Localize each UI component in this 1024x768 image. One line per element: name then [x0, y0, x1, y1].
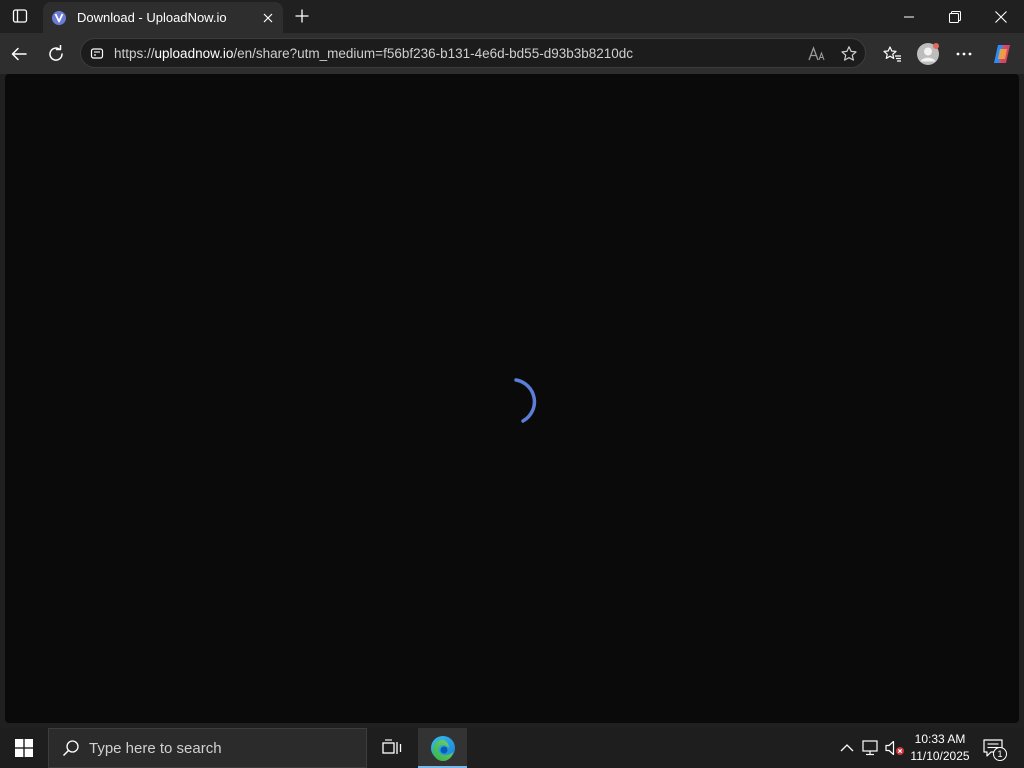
close-window-icon[interactable]	[978, 0, 1024, 33]
windows-logo-icon	[15, 739, 33, 757]
refresh-icon[interactable]	[40, 38, 72, 70]
tab-actions-icon[interactable]	[6, 4, 34, 28]
network-icon[interactable]	[860, 736, 882, 760]
copilot-icon[interactable]	[986, 38, 1018, 70]
profile-avatar[interactable]	[912, 38, 944, 70]
action-center-icon[interactable]: 1	[978, 734, 1008, 762]
loading-spinner	[514, 378, 537, 423]
taskbar-clock[interactable]: 10:33 AM 11/10/2025	[906, 731, 974, 765]
show-hidden-icons-chevron-icon[interactable]	[836, 736, 858, 760]
clock-date: 11/10/2025	[910, 749, 970, 763]
more-options-icon[interactable]	[948, 38, 980, 70]
task-view-icon[interactable]	[372, 728, 412, 768]
search-placeholder: Type here to search	[89, 739, 222, 757]
minimize-icon[interactable]	[886, 0, 932, 33]
url-host: uploadnow.io	[154, 46, 234, 61]
edge-taskbar-button[interactable]	[418, 728, 467, 768]
edge-icon	[430, 736, 455, 761]
clock-time: 10:33 AM	[914, 732, 966, 746]
read-aloud-icon[interactable]	[806, 43, 828, 65]
new-tab-icon[interactable]	[290, 5, 314, 27]
address-bar[interactable]: https://uploadnow.io/en/share?utm_medium…	[80, 38, 866, 68]
site-info-icon[interactable]	[89, 45, 105, 61]
uploadnow-favicon-icon	[51, 10, 67, 26]
page-viewport	[5, 74, 1019, 723]
taskbar-search-box[interactable]: Type here to search	[48, 728, 367, 768]
url-scheme: https://	[114, 46, 155, 61]
url-path: /en/share?utm_medium=f56bf236-b131-4e6d-…	[233, 46, 634, 61]
tab-active[interactable]: Download - UploadNow.io	[43, 2, 283, 33]
url-text: https://uploadnow.io/en/share?utm_medium…	[114, 46, 633, 61]
volume-muted-icon[interactable]	[884, 736, 906, 760]
back-icon[interactable]	[3, 38, 35, 70]
favorite-star-icon[interactable]	[838, 43, 860, 65]
taskbar: Type here to search 10:33 AM 11/10/2025 …	[0, 728, 1024, 768]
restore-icon[interactable]	[932, 0, 978, 33]
browser-toolbar: https://uploadnow.io/en/share?utm_medium…	[0, 33, 1024, 74]
title-bar: Download - UploadNow.io	[0, 0, 1024, 33]
search-icon	[61, 738, 81, 758]
tab-close-icon[interactable]	[257, 7, 279, 29]
favorites-icon[interactable]	[876, 38, 908, 70]
start-button[interactable]	[0, 728, 48, 768]
tab-title: Download - UploadNow.io	[77, 10, 227, 25]
notification-count-badge: 1	[993, 747, 1007, 761]
